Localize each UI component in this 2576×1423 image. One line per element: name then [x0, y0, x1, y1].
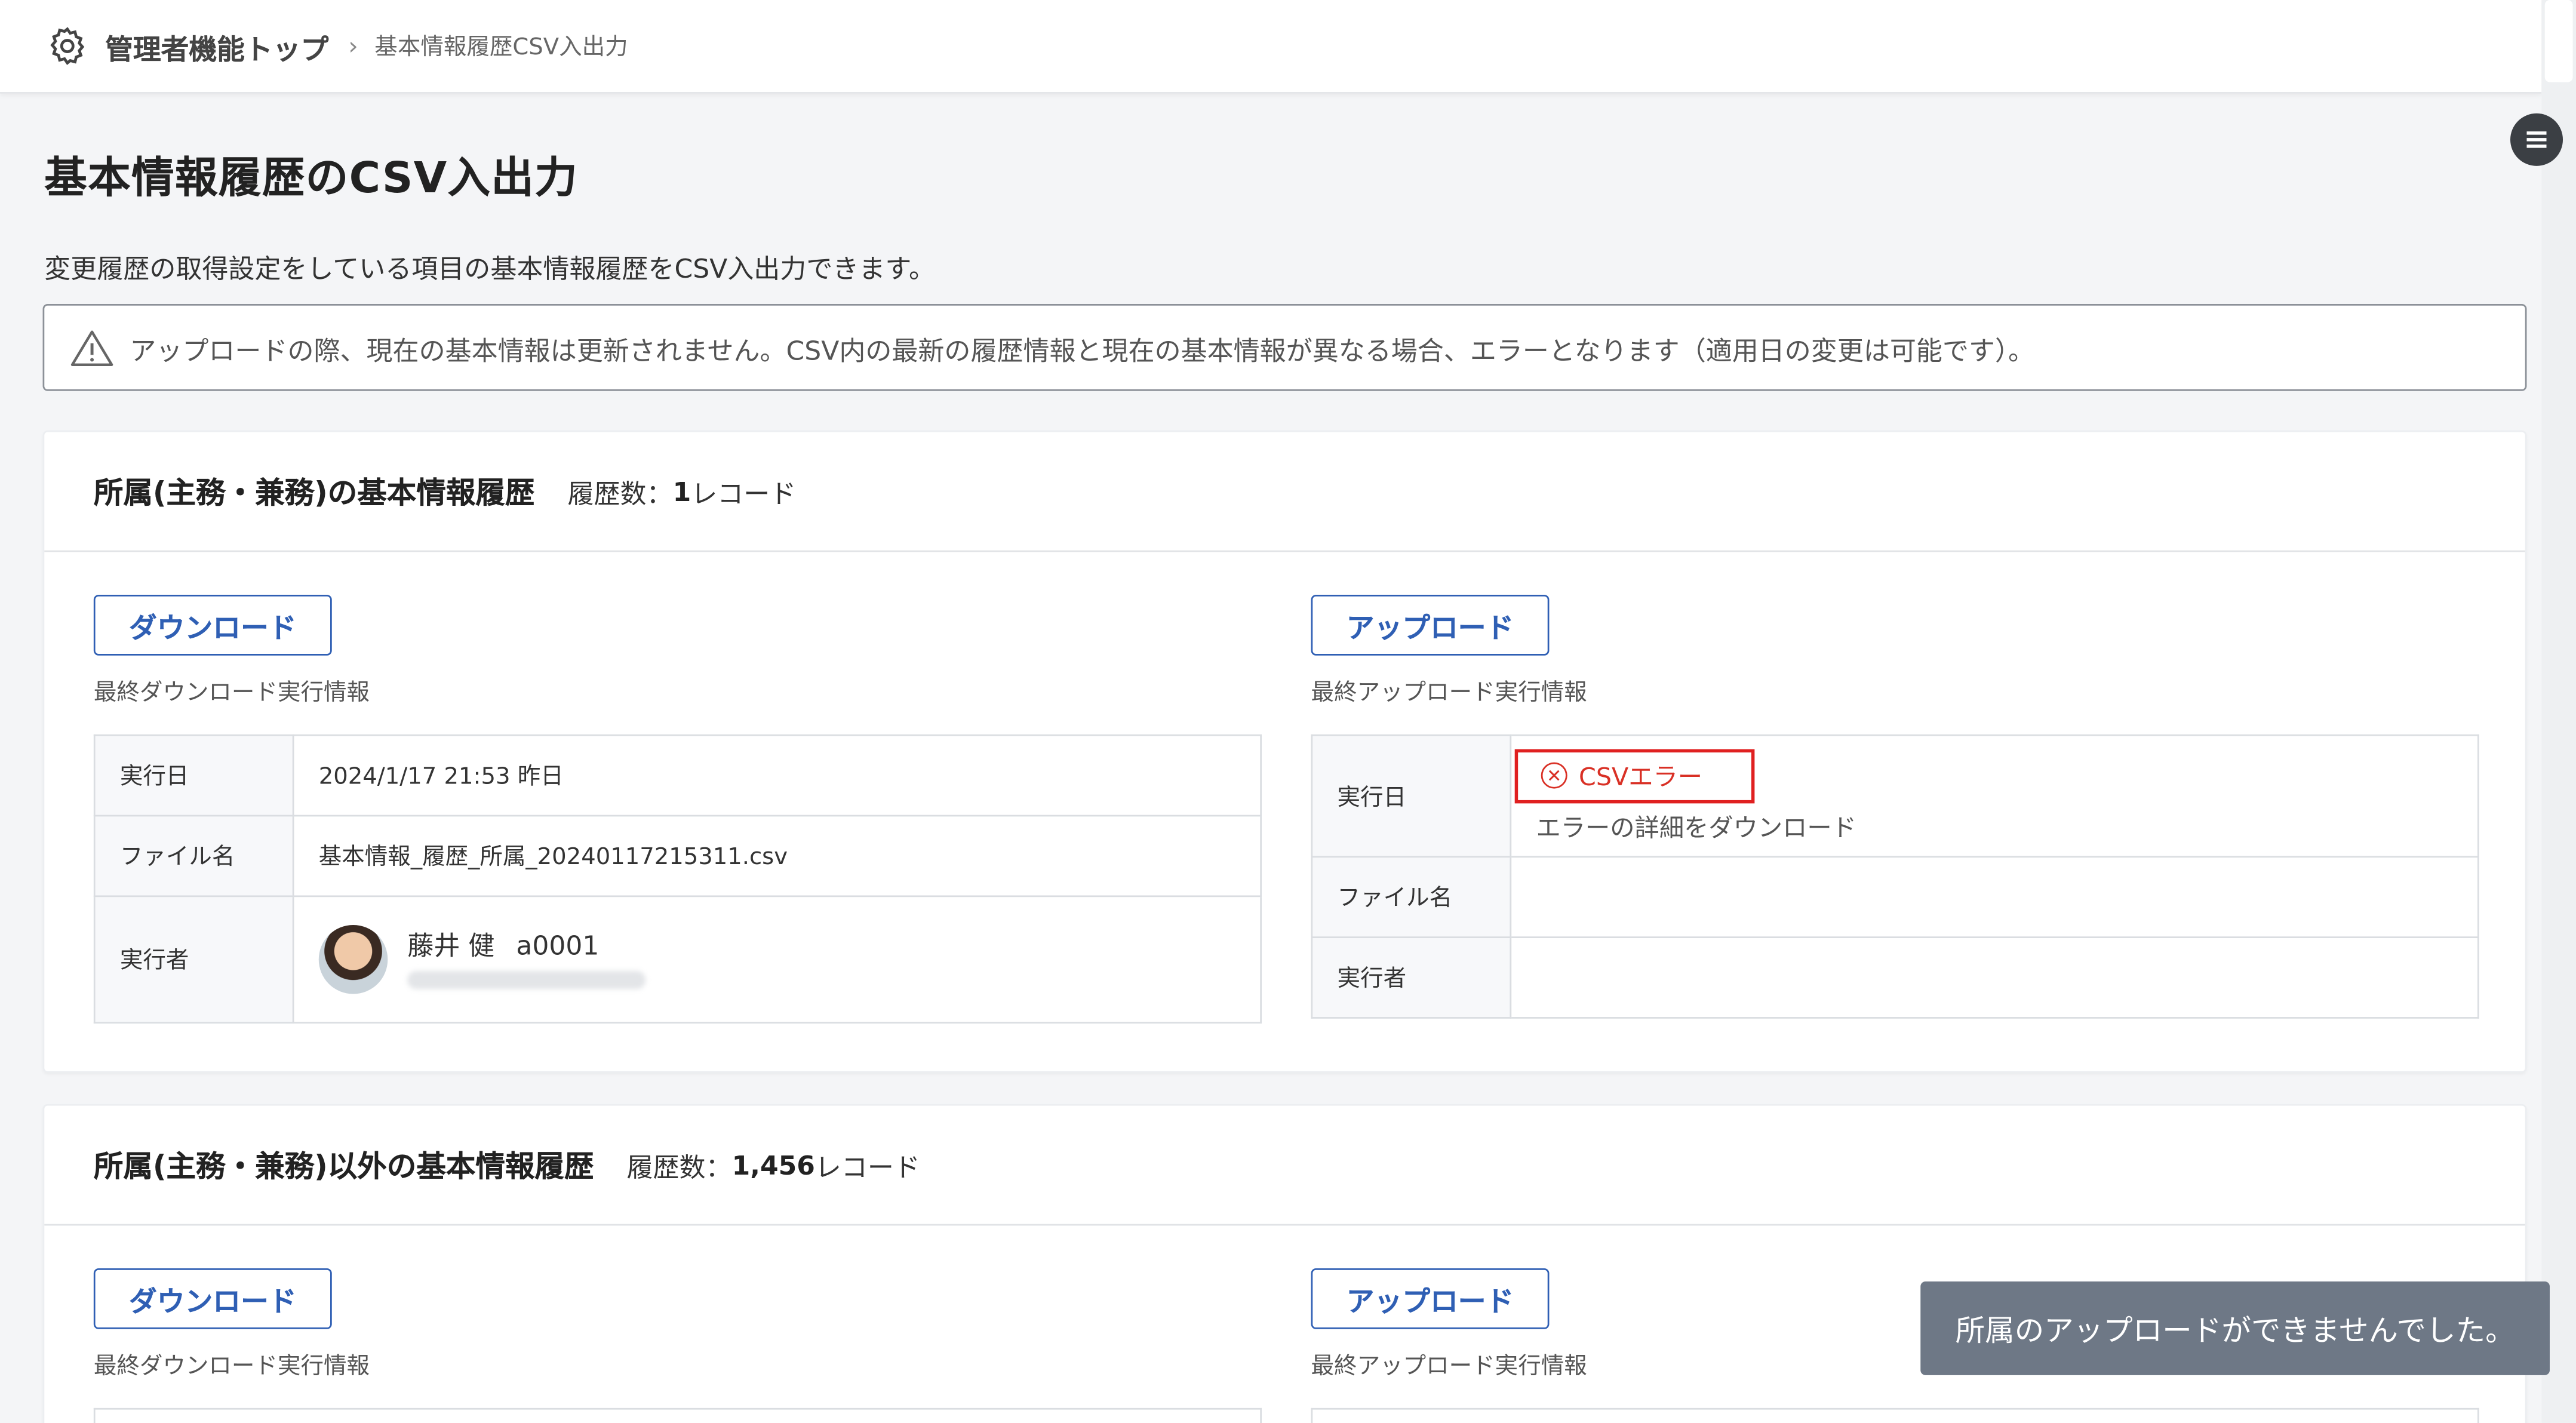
- record-count-value: 1: [672, 475, 691, 507]
- upload-file-value: [1510, 856, 2479, 938]
- download-info-table: 実行日 2024/1/17 21:53 昨日 ファイル名 基本情報_履歴_所属_…: [93, 734, 1262, 1024]
- download-user-key: 実行者: [93, 895, 294, 1024]
- user-id: a0001: [516, 930, 600, 961]
- avatar[interactable]: [318, 924, 388, 994]
- upload-date-key: 実行日: [1311, 734, 1512, 858]
- page-description: 変更履歴の取得設定をしている項目の基本情報履歴をCSV入出力できます。: [44, 253, 936, 284]
- last-download-info-label: 最終ダウンロード実行情報: [93, 1354, 370, 1381]
- toast-notification[interactable]: 所属のアップロードができませんでした。: [1920, 1281, 2550, 1375]
- last-download-info-label: 最終ダウンロード実行情報: [93, 680, 370, 707]
- download-user-cell: 藤井 健 a0001: [292, 895, 1262, 1024]
- upload-file-key: ファイル名: [1311, 856, 1512, 938]
- error-detail-download-link[interactable]: エラーの詳細をダウンロード: [1515, 809, 2477, 844]
- menu-toggle-button[interactable]: [2510, 113, 2563, 166]
- chevron-right-icon: ›: [348, 31, 358, 61]
- upload-user-key: 実行者: [1311, 936, 1512, 1019]
- upload-button[interactable]: アップロード: [1311, 1268, 1550, 1329]
- upload-info-table: [1311, 1407, 2479, 1423]
- download-file-value: 基本情報_履歴_所属_20240117215311.csv: [292, 815, 1262, 898]
- record-count-unit: レコード: [691, 478, 797, 509]
- section-title: 所属(主務・兼務)以外の基本情報履歴: [93, 1150, 594, 1185]
- warning-icon: [70, 330, 113, 365]
- download-file-key: ファイル名: [93, 815, 294, 898]
- csv-error-label: CSVエラー: [1578, 761, 1703, 791]
- user-name[interactable]: 藤井 健: [407, 930, 494, 961]
- warning-notice-text: アップロードの際、現在の基本情報は更新されません。CSV内の最新の履歴情報と現在…: [130, 334, 2035, 366]
- non-affiliation-history-card: 所属(主務・兼務)以外の基本情報履歴 履歴数： 1,456 レコード ダウンロー…: [42, 1104, 2527, 1423]
- upload-button[interactable]: アップロード: [1311, 594, 1550, 656]
- section-title: 所属(主務・兼務)の基本情報履歴: [93, 476, 535, 511]
- card-header: 所属(主務・兼務)の基本情報履歴 履歴数： 1 レコード: [44, 432, 2525, 552]
- download-button[interactable]: ダウンロード: [93, 594, 332, 656]
- download-button[interactable]: ダウンロード: [93, 1268, 332, 1329]
- record-count-label: 履歴数：: [567, 478, 673, 509]
- breadcrumb-current: 基本情報履歴CSV入出力: [374, 34, 628, 61]
- record-count-value: 1,456: [731, 1149, 815, 1181]
- gear-icon[interactable]: [46, 24, 89, 67]
- csv-error-badge: ✕ CSVエラー: [1514, 748, 1756, 803]
- card-header: 所属(主務・兼務)以外の基本情報履歴 履歴数： 1,456 レコード: [44, 1106, 2525, 1226]
- page-title: 基本情報履歴のCSV入出力: [44, 154, 579, 204]
- last-upload-info-label: 最終アップロード実行情報: [1311, 1354, 1587, 1381]
- upload-date-cell: ✕ CSVエラー エラーの詳細をダウンロード: [1510, 734, 2479, 858]
- app-root: 管理者機能トップ › 基本情報履歴CSV入出力 基本情報履歴のCSV入出力 変更…: [0, 0, 2576, 1423]
- record-count-unit: レコード: [814, 1151, 920, 1183]
- list-menu-icon: [2526, 131, 2547, 148]
- record-count-label: 履歴数：: [626, 1151, 732, 1183]
- top-bar: 管理者機能トップ › 基本情報履歴CSV入出力: [0, 0, 2542, 94]
- scrollbar-thumb[interactable]: [2544, 0, 2573, 82]
- upload-info-table: 実行日 ✕ CSVエラー エラーの詳細をダウンロード ファイル名 実行者: [1311, 734, 2479, 1019]
- download-date-value: 2024/1/17 21:53 昨日: [292, 734, 1262, 817]
- error-circle-x-icon: ✕: [1541, 762, 1567, 789]
- last-upload-info-label: 最終アップロード実行情報: [1311, 680, 1587, 707]
- toast-message: 所属のアップロードができませんでした。: [1955, 1313, 2515, 1348]
- scrollbar-track[interactable]: [2541, 0, 2576, 1423]
- breadcrumb-home-link[interactable]: 管理者機能トップ: [105, 26, 328, 67]
- download-date-key: 実行日: [93, 734, 294, 817]
- upload-user-value: [1510, 936, 2479, 1019]
- download-info-table: [93, 1407, 1262, 1423]
- warning-notice: アップロードの際、現在の基本情報は更新されません。CSV内の最新の履歴情報と現在…: [42, 303, 2527, 391]
- blurred-email: [407, 971, 646, 989]
- affiliation-history-card: 所属(主務・兼務)の基本情報履歴 履歴数： 1 レコード ダウンロード 最終ダウ…: [42, 430, 2527, 1073]
